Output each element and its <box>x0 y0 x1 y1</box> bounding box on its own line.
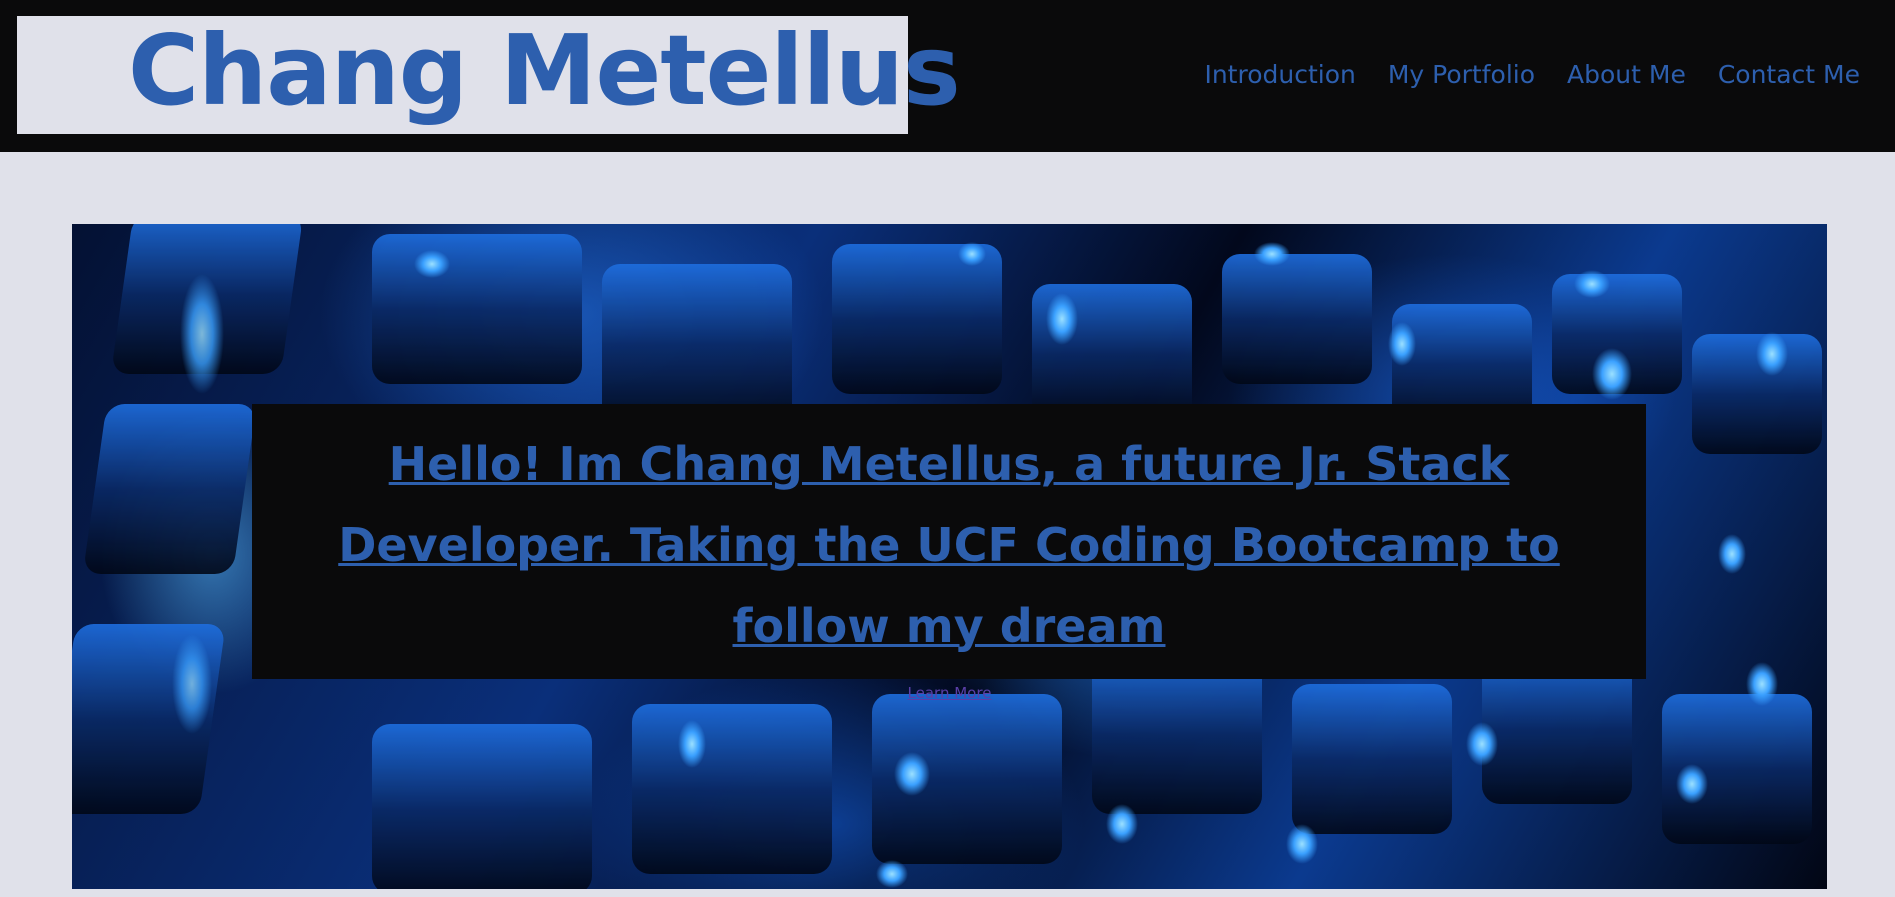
site-header: Chang Metellus Introduction My Portfolio… <box>0 0 1895 152</box>
hero-heading-card: Hello! Im Chang Metellus, a future Jr. S… <box>252 404 1646 679</box>
main-nav: Introduction My Portfolio About Me Conta… <box>1204 55 1860 95</box>
nav-link-contact-me[interactable]: Contact Me <box>1718 55 1860 95</box>
logo-text: Chang Metellus <box>128 14 961 127</box>
hero-banner: Hello! Im Chang Metellus, a future Jr. S… <box>72 224 1827 889</box>
nav-link-introduction[interactable]: Introduction <box>1204 55 1355 95</box>
logo[interactable]: Chang Metellus <box>17 14 961 134</box>
nav-link-my-portfolio[interactable]: My Portfolio <box>1388 55 1535 95</box>
nav-link-about-me[interactable]: About Me <box>1567 55 1686 95</box>
learn-more-link[interactable]: Learn More <box>72 683 1827 703</box>
hero-heading-link[interactable]: Hello! Im Chang Metellus, a future Jr. S… <box>252 424 1646 667</box>
